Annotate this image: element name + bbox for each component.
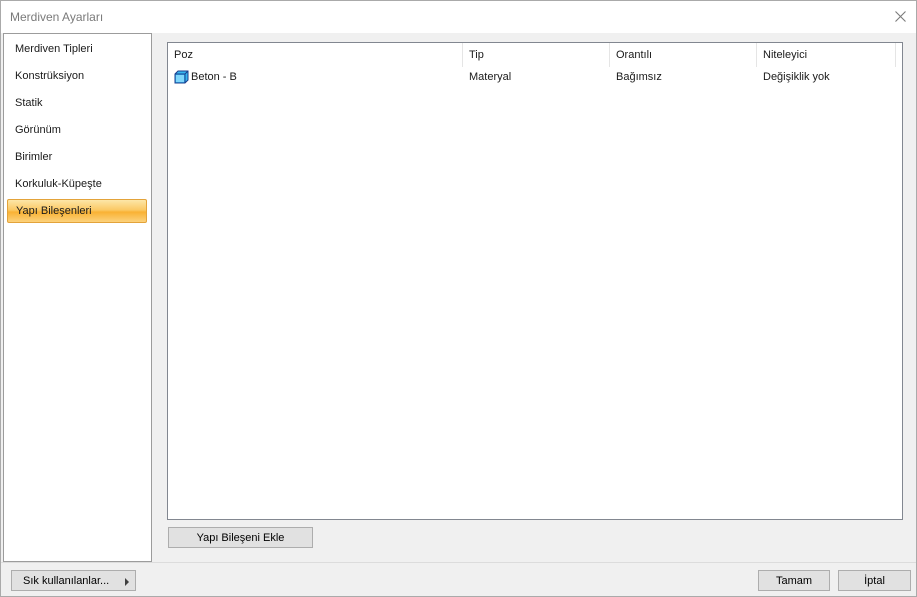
column-header-poz[interactable]: Poz [168, 43, 463, 67]
close-button[interactable] [888, 5, 912, 27]
list-header: Poz Tip Orantılı Niteleyici [168, 43, 902, 67]
sidebar-item-birimler[interactable]: Birimler [7, 145, 147, 169]
column-header-label: Poz [174, 49, 193, 61]
cube-icon [174, 70, 189, 83]
ok-label: Tamam [775, 574, 813, 587]
sidebar-item-label: Merdiven Tipleri [15, 43, 93, 55]
sidebar-item-korkuluk-kupeste[interactable]: Korkuluk-Küpeşte [7, 172, 147, 196]
settings-category-list: Merdiven Tipleri Konstrüksiyon Statik Gö… [3, 33, 152, 562]
sidebar-item-label: Yapı Bileşenleri [16, 205, 92, 217]
content-panel: Poz Tip Orantılı Niteleyici Beton - B Ma… [152, 33, 916, 562]
sidebar-item-label: Korkuluk-Küpeşte [15, 178, 102, 190]
sidebar-item-gorunum[interactable]: Görünüm [7, 118, 147, 142]
sidebar-item-yapi-bilesenleri[interactable]: Yapı Bileşenleri [7, 199, 147, 223]
cell-orantili-text: Bağımsız [616, 70, 662, 83]
cell-poz: Beton - B [174, 67, 463, 86]
footer-divider [1, 562, 916, 563]
title-bar: Merdiven Ayarları [1, 1, 916, 33]
arrow-right-icon [125, 578, 129, 586]
settings-dialog: Merdiven Ayarları Merdiven Tipleri Konst… [0, 0, 917, 597]
cell-poz-text: Beton - B [191, 70, 237, 83]
sidebar-item-statik[interactable]: Statik [7, 91, 147, 115]
column-header-label: Tip [469, 49, 484, 61]
table-row[interactable]: Beton - B Materyal Bağımsız Değişiklik y… [168, 67, 902, 86]
sidebar-item-konstruksiyon[interactable]: Konstrüksiyon [7, 64, 147, 88]
add-component-button[interactable]: Yapı Bileşeni Ekle [168, 527, 313, 548]
cancel-button[interactable]: İptal [838, 570, 911, 591]
favorites-button[interactable]: Sık kullanılanlar... [11, 570, 136, 591]
column-header-niteleyici[interactable]: Niteleyici [757, 43, 896, 67]
add-component-label: Yapı Bileşeni Ekle [196, 531, 285, 544]
column-header-label: Orantılı [616, 49, 653, 61]
column-header-label: Niteleyici [763, 49, 808, 61]
components-list[interactable]: Poz Tip Orantılı Niteleyici Beton - B Ma… [167, 42, 903, 520]
window-title: Merdiven Ayarları [10, 10, 104, 24]
sidebar-item-label: Birimler [15, 151, 53, 163]
favorites-label: Sık kullanılanlar... [23, 574, 110, 587]
cancel-label: İptal [864, 574, 885, 587]
sidebar-item-label: Statik [15, 97, 43, 109]
cell-niteleyici-text: Değişiklik yok [763, 70, 830, 83]
cell-orantili: Bağımsız [616, 67, 757, 86]
close-icon [894, 10, 906, 22]
sidebar-item-merdiven-tipleri[interactable]: Merdiven Tipleri [7, 37, 147, 61]
column-header-orantili[interactable]: Orantılı [610, 43, 757, 67]
column-header-tip[interactable]: Tip [463, 43, 610, 67]
cell-niteleyici: Değişiklik yok [763, 67, 902, 86]
cell-tip-text: Materyal [469, 70, 512, 83]
cell-tip: Materyal [469, 67, 610, 86]
sidebar-item-label: Konstrüksiyon [15, 70, 85, 82]
ok-button[interactable]: Tamam [758, 570, 830, 591]
sidebar-item-label: Görünüm [15, 124, 61, 136]
